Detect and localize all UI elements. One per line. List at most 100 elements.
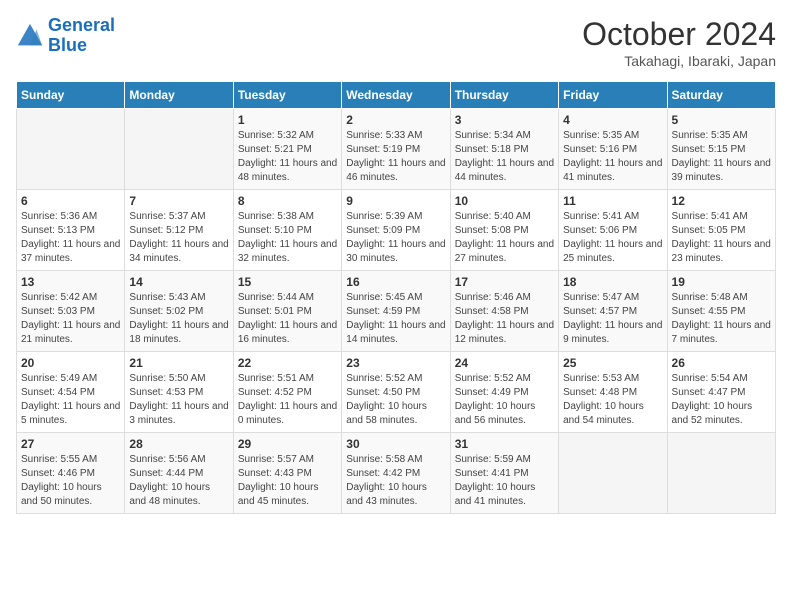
calendar-cell: 26 Sunrise: 5:54 AMSunset: 4:47 PMDayligh… [667,352,775,433]
day-info: Sunrise: 5:36 AMSunset: 5:13 PMDaylight:… [21,210,120,266]
logo-line1: General [48,15,115,35]
logo: General Blue [16,16,115,56]
day-number: 15 [238,275,337,289]
day-info: Sunrise: 5:57 AMSunset: 4:43 PMDaylight:… [238,453,337,509]
location-subtitle: Takahagi, Ibaraki, Japan [582,53,776,69]
day-info: Sunrise: 5:47 AMSunset: 4:57 PMDaylight:… [563,291,662,347]
header-cell-thursday: Thursday [450,82,558,109]
day-number: 13 [21,275,120,289]
header-cell-tuesday: Tuesday [233,82,341,109]
calendar-cell: 27 Sunrise: 5:55 AMSunset: 4:46 PMDayligh… [17,433,125,514]
day-number: 30 [346,437,445,451]
day-info: Sunrise: 5:32 AMSunset: 5:21 PMDaylight:… [238,129,337,185]
logo-line2: Blue [48,35,87,55]
day-info: Sunrise: 5:51 AMSunset: 4:52 PMDaylight:… [238,372,337,428]
day-info: Sunrise: 5:58 AMSunset: 4:42 PMDaylight:… [346,453,445,509]
day-number: 16 [346,275,445,289]
calendar-cell: 11 Sunrise: 5:41 AMSunset: 5:06 PMDayligh… [559,190,667,271]
header-cell-sunday: Sunday [17,82,125,109]
day-info: Sunrise: 5:43 AMSunset: 5:02 PMDaylight:… [129,291,228,347]
day-info: Sunrise: 5:46 AMSunset: 4:58 PMDaylight:… [455,291,554,347]
calendar-cell: 10 Sunrise: 5:40 AMSunset: 5:08 PMDayligh… [450,190,558,271]
day-number: 21 [129,356,228,370]
day-number: 3 [455,113,554,127]
day-info: Sunrise: 5:49 AMSunset: 4:54 PMDaylight:… [21,372,120,428]
day-number: 10 [455,194,554,208]
logo-text: General Blue [48,16,115,56]
day-number: 7 [129,194,228,208]
calendar-cell: 30 Sunrise: 5:58 AMSunset: 4:42 PMDayligh… [342,433,450,514]
calendar-cell: 8 Sunrise: 5:38 AMSunset: 5:10 PMDaylight… [233,190,341,271]
calendar-cell: 20 Sunrise: 5:49 AMSunset: 4:54 PMDayligh… [17,352,125,433]
day-info: Sunrise: 5:34 AMSunset: 5:18 PMDaylight:… [455,129,554,185]
calendar-cell: 2 Sunrise: 5:33 AMSunset: 5:19 PMDaylight… [342,109,450,190]
day-number: 31 [455,437,554,451]
day-info: Sunrise: 5:44 AMSunset: 5:01 PMDaylight:… [238,291,337,347]
day-info: Sunrise: 5:40 AMSunset: 5:08 PMDaylight:… [455,210,554,266]
calendar-cell: 15 Sunrise: 5:44 AMSunset: 5:01 PMDayligh… [233,271,341,352]
day-info: Sunrise: 5:53 AMSunset: 4:48 PMDaylight:… [563,372,662,428]
calendar-cell: 5Sunrise: 5:35 AMSunset: 5:15 PMDaylight… [667,109,775,190]
day-info: Sunrise: 5:35 AMSunset: 5:16 PMDaylight:… [563,129,662,185]
day-number: 29 [238,437,337,451]
calendar-cell [667,433,775,514]
day-number: 23 [346,356,445,370]
day-info: Sunrise: 5:41 AMSunset: 5:05 PMDaylight:… [672,210,771,266]
day-info: Sunrise: 5:38 AMSunset: 5:10 PMDaylight:… [238,210,337,266]
day-number: 18 [563,275,662,289]
day-info: Sunrise: 5:50 AMSunset: 4:53 PMDaylight:… [129,372,228,428]
day-number: 19 [672,275,771,289]
calendar-cell: 6 Sunrise: 5:36 AMSunset: 5:13 PMDaylight… [17,190,125,271]
day-info: Sunrise: 5:55 AMSunset: 4:46 PMDaylight:… [21,453,120,509]
day-number: 14 [129,275,228,289]
day-info: Sunrise: 5:39 AMSunset: 5:09 PMDaylight:… [346,210,445,266]
day-number: 25 [563,356,662,370]
calendar-cell: 29 Sunrise: 5:57 AMSunset: 4:43 PMDayligh… [233,433,341,514]
header-cell-friday: Friday [559,82,667,109]
calendar-cell [17,109,125,190]
day-number: 12 [672,194,771,208]
day-info: Sunrise: 5:56 AMSunset: 4:44 PMDaylight:… [129,453,228,509]
calendar-cell: 7 Sunrise: 5:37 AMSunset: 5:12 PMDaylight… [125,190,233,271]
calendar-cell: 23 Sunrise: 5:52 AMSunset: 4:50 PMDayligh… [342,352,450,433]
calendar-table: SundayMondayTuesdayWednesdayThursdayFrid… [16,81,776,514]
day-info: Sunrise: 5:41 AMSunset: 5:06 PMDaylight:… [563,210,662,266]
day-info: Sunrise: 5:45 AMSunset: 4:59 PMDaylight:… [346,291,445,347]
calendar-cell: 24Sunrise: 5:52 AMSunset: 4:49 PMDayligh… [450,352,558,433]
day-number: 20 [21,356,120,370]
week-row-5: 27 Sunrise: 5:55 AMSunset: 4:46 PMDayligh… [17,433,776,514]
calendar-cell: 1 Sunrise: 5:32 AMSunset: 5:21 PMDaylight… [233,109,341,190]
day-number: 2 [346,113,445,127]
header-cell-monday: Monday [125,82,233,109]
day-number: 6 [21,194,120,208]
day-info: Sunrise: 5:52 AMSunset: 4:50 PMDaylight:… [346,372,445,428]
calendar-cell: 13Sunrise: 5:42 AMSunset: 5:03 PMDayligh… [17,271,125,352]
calendar-header: SundayMondayTuesdayWednesdayThursdayFrid… [17,82,776,109]
calendar-cell: 28Sunrise: 5:56 AMSunset: 4:44 PMDayligh… [125,433,233,514]
logo-icon [16,22,44,50]
calendar-cell: 3 Sunrise: 5:34 AMSunset: 5:18 PMDaylight… [450,109,558,190]
day-info: Sunrise: 5:59 AMSunset: 4:41 PMDaylight:… [455,453,554,509]
calendar-cell [125,109,233,190]
calendar-cell: 16 Sunrise: 5:45 AMSunset: 4:59 PMDayligh… [342,271,450,352]
day-number: 9 [346,194,445,208]
day-info: Sunrise: 5:48 AMSunset: 4:55 PMDaylight:… [672,291,771,347]
week-row-3: 13Sunrise: 5:42 AMSunset: 5:03 PMDayligh… [17,271,776,352]
calendar-cell: 18 Sunrise: 5:47 AMSunset: 4:57 PMDayligh… [559,271,667,352]
day-number: 8 [238,194,337,208]
day-info: Sunrise: 5:37 AMSunset: 5:12 PMDaylight:… [129,210,228,266]
day-info: Sunrise: 5:33 AMSunset: 5:19 PMDaylight:… [346,129,445,185]
day-number: 11 [563,194,662,208]
day-number: 24 [455,356,554,370]
week-row-2: 6 Sunrise: 5:36 AMSunset: 5:13 PMDaylight… [17,190,776,271]
calendar-cell: 22 Sunrise: 5:51 AMSunset: 4:52 PMDayligh… [233,352,341,433]
page-header: General Blue October 2024 Takahagi, Ibar… [16,16,776,69]
day-number: 26 [672,356,771,370]
day-number: 22 [238,356,337,370]
calendar-cell [559,433,667,514]
calendar-cell: 25 Sunrise: 5:53 AMSunset: 4:48 PMDayligh… [559,352,667,433]
day-number: 1 [238,113,337,127]
header-cell-wednesday: Wednesday [342,82,450,109]
day-number: 27 [21,437,120,451]
day-info: Sunrise: 5:54 AMSunset: 4:47 PMDaylight:… [672,372,771,428]
